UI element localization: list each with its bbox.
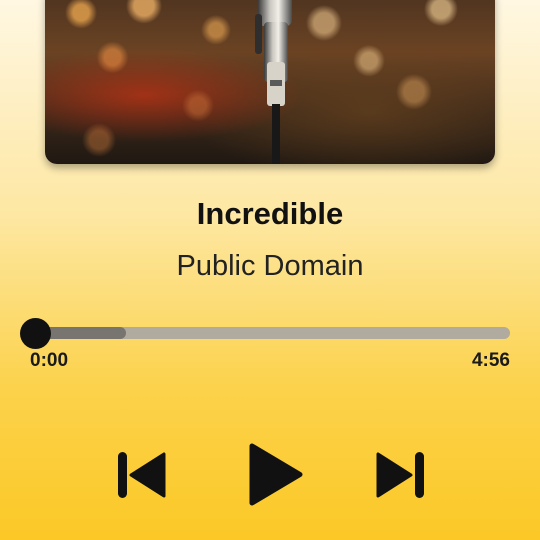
track-title: Incredible xyxy=(196,196,344,231)
play-icon xyxy=(249,443,303,506)
track-artist: Public Domain xyxy=(176,250,364,282)
total-duration: 4:56 xyxy=(471,350,510,371)
seek-bar[interactable] xyxy=(30,327,510,339)
microphone-illustration xyxy=(255,0,292,164)
skip-previous-icon xyxy=(118,452,166,498)
previous-track-button[interactable] xyxy=(118,452,166,498)
next-track-button[interactable] xyxy=(376,452,424,498)
play-button[interactable] xyxy=(249,443,303,506)
elapsed-time: 0:00 xyxy=(30,350,69,371)
album-artwork xyxy=(45,0,495,164)
seek-bar-thumb[interactable] xyxy=(20,318,51,349)
skip-next-icon xyxy=(376,452,424,498)
